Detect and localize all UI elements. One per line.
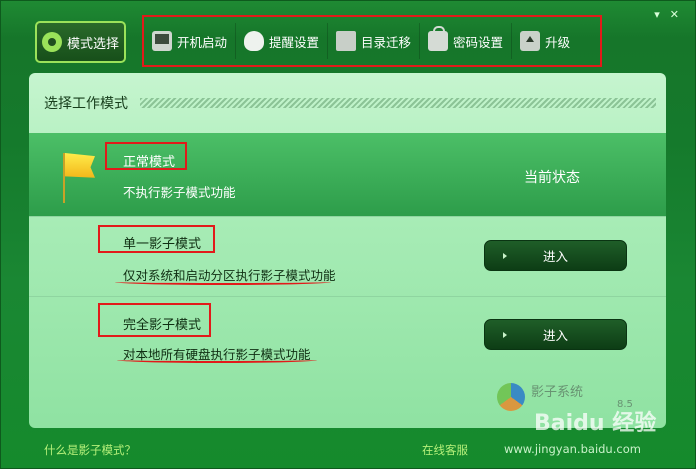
toolbar-item-password[interactable]: 密码设置	[420, 23, 513, 59]
monitor-icon	[152, 31, 172, 51]
mode-select-tab[interactable]: 模式选择	[35, 21, 126, 63]
flag-icon	[65, 153, 95, 178]
brand-logo-icon	[497, 383, 525, 411]
play-icon	[503, 332, 510, 338]
window-controls: ▾ ✕	[654, 9, 679, 21]
single-mode-name: 单一影子模式	[123, 237, 202, 252]
current-status-label: 当前状态	[524, 170, 580, 186]
mode-panel: 选择工作模式 正常模式 不执行影子模式功能 当前状态 单一影子模式 仅对系统和启…	[29, 73, 666, 428]
play-icon	[503, 253, 510, 259]
red-underline	[117, 357, 317, 363]
toolbar-item-reminder[interactable]: 提醒设置	[236, 23, 329, 59]
enter-button-label: 进入	[542, 249, 568, 264]
bulb-icon	[244, 31, 265, 51]
close-icon[interactable]: ✕	[670, 9, 679, 21]
folder-icon	[336, 31, 357, 51]
toolbar-item-label: 密码设置	[453, 34, 504, 50]
full-shadow-mode-row: 完全影子模式 对本地所有硬盘执行影子模式功能 进入	[29, 296, 666, 376]
red-underline	[115, 279, 331, 285]
panel-header: 选择工作模式	[29, 73, 666, 133]
top-toolbar: 开机启动 提醒设置 目录迁移 密码设置 升级	[142, 15, 602, 67]
toolbar-item-label: 升级	[545, 34, 571, 50]
toolbar-item-startup[interactable]: 开机启动	[144, 23, 237, 59]
mode-select-label: 模式选择	[66, 36, 119, 52]
full-mode-name: 完全影子模式	[123, 318, 202, 333]
online-support-link[interactable]: 在线客服	[422, 442, 468, 458]
toolbar-item-upgrade[interactable]: 升级	[512, 23, 578, 59]
enter-full-mode-button[interactable]: 进入	[484, 319, 627, 350]
toolbar-item-dir-migrate[interactable]: 目录迁移	[328, 23, 421, 59]
panel-title: 选择工作模式	[44, 96, 128, 112]
lock-icon	[428, 26, 449, 51]
upgrade-icon	[520, 31, 541, 51]
baidu-watermark: Baidu 经验	[534, 411, 657, 436]
gear-icon	[41, 32, 62, 52]
toolbar-item-label: 开机启动	[177, 34, 228, 50]
normal-mode-desc: 不执行影子模式功能	[123, 185, 236, 200]
normal-mode-row[interactable]: 正常模式 不执行影子模式功能 当前状态	[29, 133, 666, 216]
enter-button-label: 进入	[542, 328, 568, 343]
flag-pole	[63, 153, 65, 203]
normal-mode-name: 正常模式	[123, 155, 176, 170]
header-hatch	[140, 98, 656, 108]
what-is-shadow-mode-link[interactable]: 什么是影子模式？	[44, 442, 136, 458]
site-link[interactable]: www.jingyan.baidu.com	[504, 442, 641, 456]
brand-name: 影子系统	[531, 385, 584, 400]
single-shadow-mode-row: 单一影子模式 仅对系统和启动分区执行影子模式功能 进入	[29, 216, 666, 296]
toolbar-item-label: 目录迁移	[361, 34, 412, 50]
toolbar-item-label: 提醒设置	[269, 34, 320, 50]
menu-icon[interactable]: ▾	[654, 9, 660, 21]
app-window: ▾ ✕ 模式选择 开机启动 提醒设置 目录迁移 密码设置 升级 选择工作模式 正…	[0, 0, 696, 469]
enter-single-mode-button[interactable]: 进入	[484, 240, 627, 271]
